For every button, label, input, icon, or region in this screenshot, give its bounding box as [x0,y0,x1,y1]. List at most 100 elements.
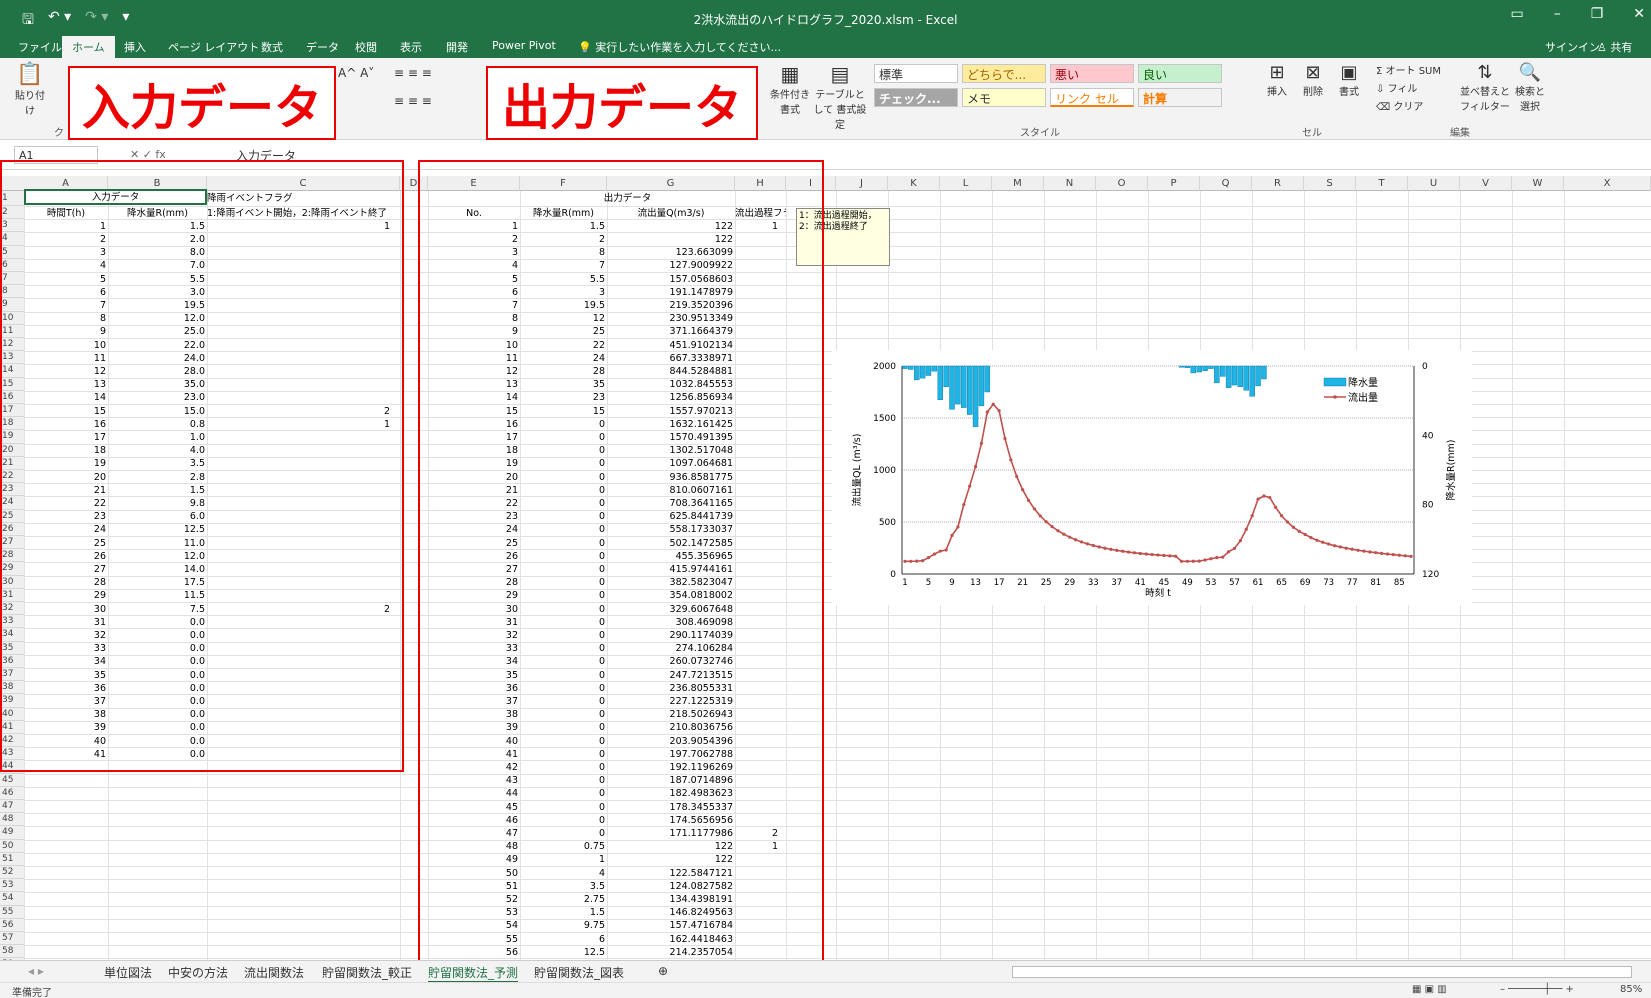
output-no-cell[interactable]: 24 [428,523,520,537]
style-neutral[interactable]: どちらで... [962,64,1046,83]
row-header[interactable]: 37 [0,668,24,682]
column-header[interactable]: K [888,176,940,191]
output-no-cell[interactable]: 39 [428,721,520,735]
input-rain-cell[interactable]: 1.5 [108,220,207,234]
input-time-cell[interactable]: 35 [24,669,108,683]
input-time-cell[interactable]: 14 [24,391,108,405]
output-no-cell[interactable]: 44 [428,787,520,801]
output-q-cell[interactable]: 127.9009922 [607,259,735,273]
row-header[interactable]: 28 [0,549,24,563]
input-rain-cell[interactable]: 0.0 [108,629,207,643]
output-rain-cell[interactable]: 1.5 [520,906,607,920]
column-header[interactable]: U [1408,176,1460,191]
input-time-cell[interactable]: 24 [24,523,108,537]
sort-filter-button[interactable]: ⇅ 並べ替えと フィルター [1460,62,1510,113]
input-flag-cell[interactable]: 1 [207,418,392,432]
row-header[interactable]: 7 [0,272,24,286]
restore-icon[interactable]: ❐ [1591,6,1604,22]
row-header[interactable]: 56 [0,918,24,932]
output-q-cell[interactable]: 122.5847121 [607,867,735,881]
style-link[interactable]: リンク セル [1050,88,1134,107]
row-header[interactable]: 30 [0,575,24,589]
row-header[interactable]: 1 [0,191,24,206]
output-rain-cell[interactable]: 0 [520,431,607,445]
input-time-cell[interactable]: 15 [24,405,108,419]
output-no-cell[interactable]: 23 [428,510,520,524]
row-header[interactable]: 14 [0,364,24,378]
column-header[interactable]: C [207,176,400,191]
output-q-cell[interactable]: 187.0714896 [607,774,735,788]
row-header[interactable]: 3 [0,219,24,233]
output-no-cell[interactable]: 50 [428,867,520,881]
output-no-cell[interactable]: 51 [428,880,520,894]
row-header[interactable]: 21 [0,456,24,470]
output-no-cell[interactable]: 13 [428,378,520,392]
input-rain-cell[interactable]: 11.5 [108,589,207,603]
output-no-cell[interactable]: 29 [428,589,520,603]
input-time-cell[interactable]: 9 [24,325,108,339]
header-flag-cell[interactable]: 1:降雨イベント開始，2:降雨イベント終了 [207,207,400,221]
output-no-cell[interactable]: 12 [428,365,520,379]
input-rain-cell[interactable]: 2.0 [108,233,207,247]
output-q-cell[interactable]: 1557.970213 [607,405,735,419]
output-q-cell[interactable]: 844.5284881 [607,365,735,379]
output-q-cell[interactable]: 1570.491395 [607,431,735,445]
output-q-cell[interactable]: 157.0568603 [607,273,735,287]
cell-comment[interactable]: 1：流出過程開始，2：流出過程終了 [796,208,890,266]
row-header[interactable]: 51 [0,852,24,866]
row-header[interactable]: 9 [0,298,24,312]
input-time-cell[interactable]: 13 [24,378,108,392]
name-box[interactable]: A1 [14,146,98,164]
output-q-cell[interactable]: 1302.517048 [607,444,735,458]
input-time-cell[interactable]: 11 [24,352,108,366]
output-no-cell[interactable]: 30 [428,603,520,617]
align-top-icon[interactable]: ≡ ≡ ≡ [394,66,432,80]
input-time-cell[interactable]: 8 [24,312,108,326]
insert-cells-button[interactable]: ⊞ 挿入 [1262,62,1292,98]
output-no-cell[interactable]: 40 [428,735,520,749]
output-rain-cell[interactable]: 0 [520,603,607,617]
output-q-cell[interactable]: 218.5026943 [607,708,735,722]
input-rain-cell[interactable]: 0.8 [108,418,207,432]
output-no-cell[interactable]: 20 [428,471,520,485]
input-rain-cell[interactable]: 24.0 [108,352,207,366]
input-rain-cell[interactable]: 12.0 [108,312,207,326]
column-header[interactable]: M [992,176,1044,191]
output-title-cell[interactable]: 出力データ [520,192,735,206]
output-no-cell[interactable]: 5 [428,273,520,287]
sheet-tab-unit[interactable]: 単位図法 [104,964,152,981]
header-out-rain-cell[interactable]: 降水量R(mm) [520,207,607,221]
hydrograph-chart[interactable]: 0 500 1000 1500 2000 0 40 80 120 1 5 9 13 17 21 25 29 33 3… [832,350,1472,605]
input-rain-cell[interactable]: 12.0 [108,550,207,564]
output-no-cell[interactable]: 7 [428,299,520,313]
output-q-cell[interactable]: 290.1174039 [607,629,735,643]
style-normal[interactable]: 標準 [874,64,958,83]
input-rain-cell[interactable]: 35.0 [108,378,207,392]
output-no-cell[interactable]: 22 [428,497,520,511]
fx-icon[interactable]: ✕ ✓ fx [130,148,166,161]
input-time-cell[interactable]: 39 [24,721,108,735]
input-rain-cell[interactable]: 19.5 [108,299,207,313]
input-rain-cell[interactable]: 7.5 [108,603,207,617]
row-header[interactable]: 55 [0,905,24,919]
output-q-cell[interactable]: 214.2357054 [607,946,735,960]
output-no-cell[interactable]: 3 [428,246,520,260]
input-time-cell[interactable]: 1 [24,220,108,234]
row-header[interactable]: 33 [0,615,24,629]
input-rain-cell[interactable]: 22.0 [108,339,207,353]
output-rain-cell[interactable]: 0 [520,484,607,498]
output-q-cell[interactable]: 210.8036756 [607,721,735,735]
input-time-cell[interactable]: 40 [24,735,108,749]
output-no-cell[interactable]: 36 [428,682,520,696]
output-no-cell[interactable]: 14 [428,391,520,405]
row-header[interactable]: 6 [0,258,24,272]
table-format-button[interactable]: ▤ テーブルとして 書式設定 [812,62,868,131]
output-no-cell[interactable]: 10 [428,339,520,353]
input-rain-cell[interactable]: 5.5 [108,273,207,287]
output-rain-cell[interactable]: 0 [520,576,607,590]
output-rain-cell[interactable]: 12 [520,312,607,326]
input-time-cell[interactable]: 28 [24,576,108,590]
output-no-cell[interactable]: 8 [428,312,520,326]
output-rain-cell[interactable]: 9.75 [520,919,607,933]
row-header[interactable]: 22 [0,470,24,484]
